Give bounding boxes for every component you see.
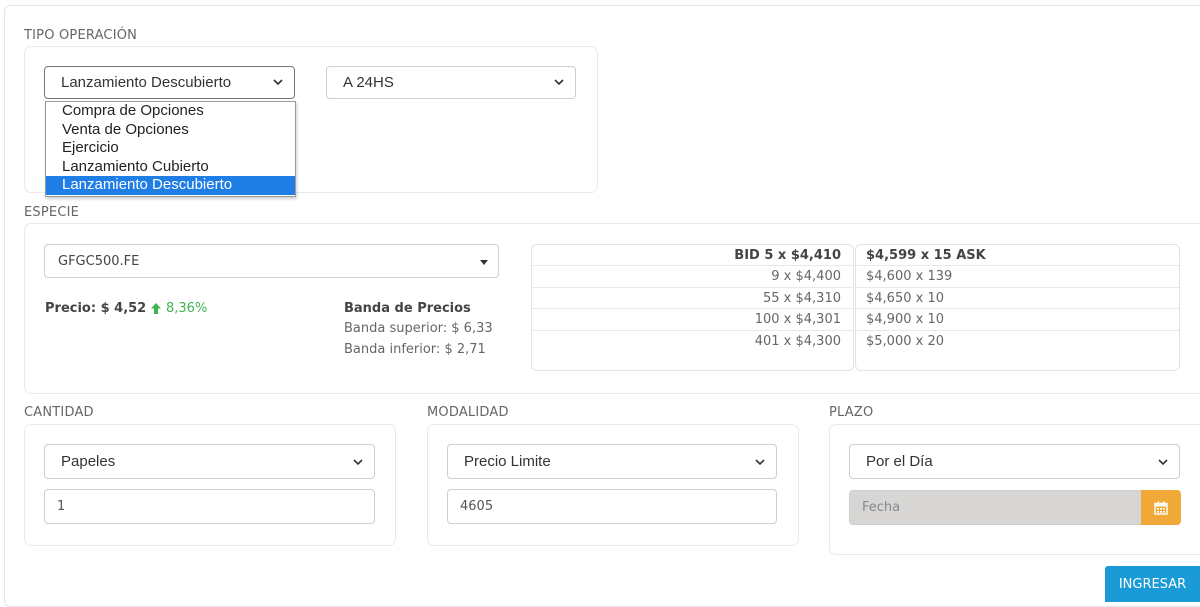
banda-superior: Banda superior: $ 6,33 (344, 321, 493, 336)
banda-title: Banda de Precios (344, 301, 471, 316)
dropdown-option[interactable]: Ejercicio (46, 139, 295, 158)
limit-price-input[interactable]: 4605 (447, 489, 777, 524)
symbol-select[interactable]: GFGC500.FE (44, 244, 499, 278)
date-input[interactable]: Fecha (849, 490, 1142, 525)
banda-inferior: Banda inferior: $ 2,71 (344, 342, 486, 357)
ask-row: $5,000 x 20 (866, 333, 944, 349)
ask-book: $4,599 x 15 ASK $4,600 x 139 $4,650 x 10… (855, 244, 1180, 371)
ask-row: $4,900 x 10 (856, 309, 1179, 331)
tipo-operacion-label: TIPO OPERACIÓN (24, 28, 138, 43)
chevron-down-icon (273, 79, 283, 86)
bid-header: BID 5 x $4,410 (532, 245, 853, 267)
mode-select[interactable]: Precio Limite (447, 444, 777, 479)
chevron-down-icon (554, 79, 564, 86)
dropdown-option[interactable]: Lanzamiento Cubierto (46, 158, 295, 177)
caret-down-icon (480, 260, 488, 265)
plazo-label: PLAZO (829, 405, 874, 420)
quantity-unit-select[interactable]: Papeles (44, 444, 375, 479)
price-change: 8,36% (166, 301, 208, 316)
calendar-icon (1154, 501, 1168, 515)
settlement-value: A 24HS (343, 74, 394, 91)
chevron-down-icon (1158, 459, 1168, 466)
quantity-unit-value: Papeles (61, 453, 116, 470)
ask-row: $4,650 x 10 (856, 288, 1179, 310)
bid-book: BID 5 x $4,410 9 x $4,400 55 x $4,310 10… (531, 244, 854, 371)
cantidad-card (24, 424, 396, 546)
arrow-up-icon (151, 303, 161, 314)
term-value: Por el Día (866, 453, 933, 470)
ask-row: $4,600 x 139 (856, 266, 1179, 288)
bid-row: 401 x $4,300 (754, 333, 841, 349)
settlement-select[interactable]: A 24HS (326, 66, 576, 99)
operation-type-dropdown: Compra de Opciones Venta de Opciones Eje… (45, 101, 296, 197)
operation-type-select[interactable]: Lanzamiento Descubierto (44, 66, 295, 99)
especie-label: ESPECIE (24, 205, 80, 220)
quantity-input[interactable]: 1 (44, 489, 375, 524)
operation-type-value: Lanzamiento Descubierto (61, 74, 232, 91)
ingresar-button[interactable]: INGRESAR (1105, 566, 1200, 602)
ask-header: $4,599 x 15 ASK (856, 245, 1179, 267)
modalidad-card (427, 424, 799, 546)
bid-row: 55 x $4,310 (532, 288, 853, 310)
bid-row: 100 x $4,301 (532, 309, 853, 331)
chevron-down-icon (353, 459, 363, 466)
modalidad-label: MODALIDAD (427, 405, 509, 420)
chevron-down-icon (755, 459, 765, 466)
price-label: Precio: $ 4,52 (45, 301, 147, 316)
mode-value: Precio Limite (464, 453, 551, 470)
symbol-value: GFGC500.FE (58, 253, 140, 269)
cantidad-label: CANTIDAD (24, 405, 94, 420)
term-select[interactable]: Por el Día (849, 444, 1180, 479)
bid-row: 9 x $4,400 (532, 266, 853, 288)
calendar-button[interactable] (1141, 490, 1181, 525)
order-form-page: TIPO OPERACIÓN Lanzamiento Descubierto A… (0, 0, 1200, 607)
dropdown-option-selected[interactable]: Lanzamiento Descubierto (46, 176, 295, 195)
dropdown-option[interactable]: Compra de Opciones (46, 102, 295, 121)
dropdown-option[interactable]: Venta de Opciones (46, 121, 295, 140)
